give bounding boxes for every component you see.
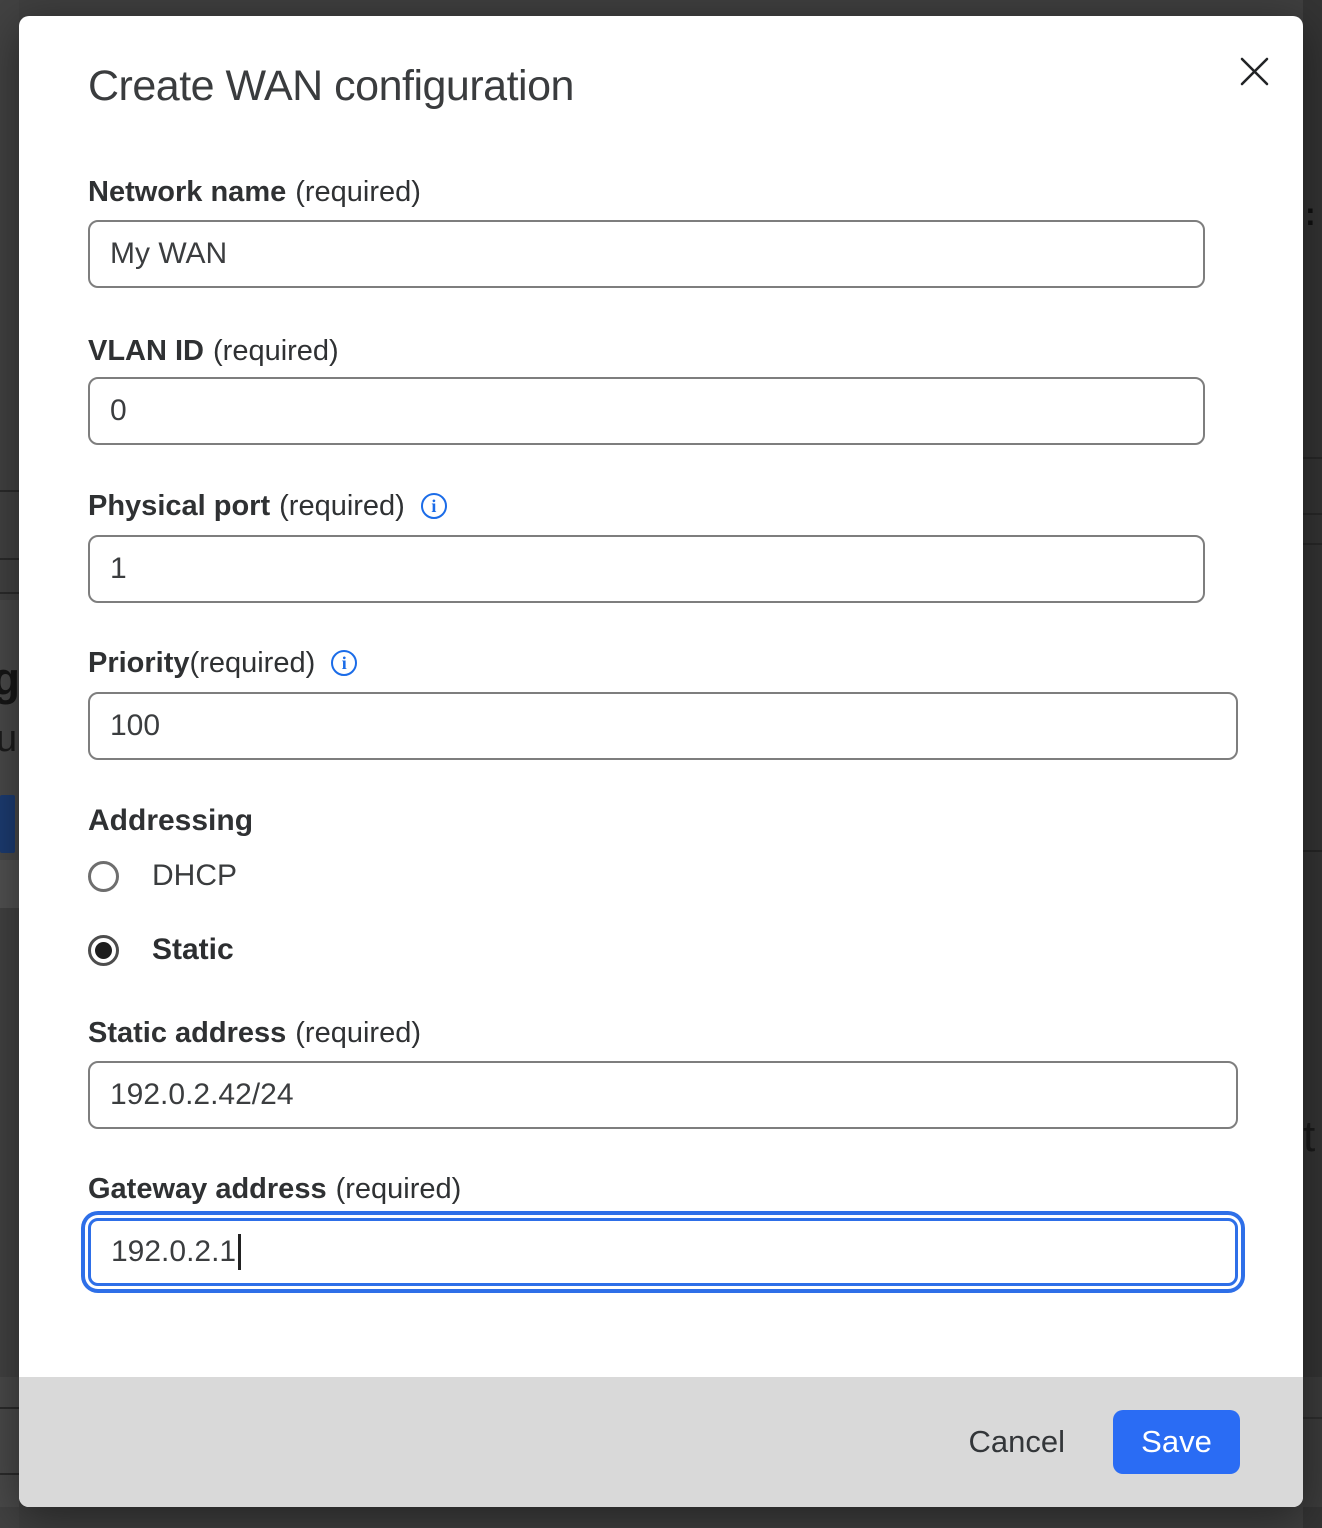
vlan-id-value: 0 xyxy=(110,394,127,428)
backdrop-remnant-text: g xyxy=(0,652,19,706)
vlan-id-input[interactable]: 0 xyxy=(88,377,1205,445)
cancel-button[interactable]: Cancel xyxy=(945,1424,1090,1460)
close-x-glyph xyxy=(1240,57,1269,86)
backdrop-remnant-text: : l xyxy=(1305,196,1322,233)
network-name-label: Network name (required) xyxy=(88,174,1257,210)
gateway-address-value: 192.0.2.1 xyxy=(111,1235,236,1269)
static-address-input[interactable]: 192.0.2.42/24 xyxy=(88,1061,1238,1129)
backdrop-remnant-line xyxy=(1303,850,1322,852)
backdrop-remnant-band xyxy=(0,1377,19,1507)
radio-unselected-icon[interactable] xyxy=(88,861,119,892)
physical-port-input[interactable]: 1 xyxy=(88,535,1205,603)
info-icon[interactable]: i xyxy=(331,650,357,676)
backdrop-remnant-text: u xyxy=(0,718,17,761)
backdrop-remnant-line xyxy=(0,490,19,492)
physical-port-label: Physical port (required) i xyxy=(88,488,1257,524)
vlan-id-label: VLAN ID (required) xyxy=(88,333,1257,369)
page-title: Create WAN configuration xyxy=(88,60,1257,112)
addressing-option-dhcp[interactable]: DHCP xyxy=(88,860,1257,892)
network-name-input[interactable]: My WAN xyxy=(88,220,1205,288)
priority-label: Priority (required) i xyxy=(88,645,1257,681)
dialog-footer: Cancel Save xyxy=(19,1377,1303,1507)
close-icon[interactable] xyxy=(1231,48,1277,94)
static-address-label: Static address (required) xyxy=(88,1015,1257,1051)
backdrop-remnant-line xyxy=(1303,543,1322,545)
backdrop-right: : l t xyxy=(1303,0,1322,1528)
priority-input[interactable]: 100 xyxy=(88,692,1238,760)
save-button[interactable]: Save xyxy=(1113,1410,1240,1474)
priority-value: 100 xyxy=(110,709,160,743)
backdrop-remnant-line xyxy=(0,592,19,594)
backdrop-remnant-line xyxy=(1303,513,1322,515)
info-icon[interactable]: i xyxy=(421,493,447,519)
gateway-address-input[interactable]: 192.0.2.1 xyxy=(88,1218,1238,1286)
static-radio-label: Static xyxy=(152,933,234,967)
backdrop-remnant-line xyxy=(1303,457,1322,459)
backdrop-remnant-band xyxy=(0,860,19,908)
text-cursor xyxy=(238,1234,241,1270)
create-wan-dialog: Create WAN configuration Network name (r… xyxy=(19,16,1303,1507)
dhcp-radio-label: DHCP xyxy=(152,859,237,893)
physical-port-value: 1 xyxy=(110,552,127,586)
backdrop-remnant-blue-button xyxy=(0,795,15,853)
backdrop-left: g u xyxy=(0,0,19,1528)
gateway-address-label: Gateway address (required) xyxy=(88,1171,1257,1207)
addressing-heading: Addressing xyxy=(88,802,1257,840)
backdrop-remnant-line xyxy=(1303,1417,1322,1419)
radio-selected-icon[interactable] xyxy=(88,935,119,966)
backdrop-remnant-text: t xyxy=(1303,1112,1315,1162)
backdrop-remnant-line xyxy=(0,1473,19,1475)
addressing-option-static[interactable]: Static xyxy=(88,934,1257,966)
backdrop-remnant-line xyxy=(0,558,19,560)
network-name-value: My WAN xyxy=(110,237,227,271)
backdrop-remnant-band xyxy=(1303,1377,1322,1507)
static-address-value: 192.0.2.42/24 xyxy=(110,1078,294,1112)
backdrop-remnant-line xyxy=(0,1407,19,1409)
